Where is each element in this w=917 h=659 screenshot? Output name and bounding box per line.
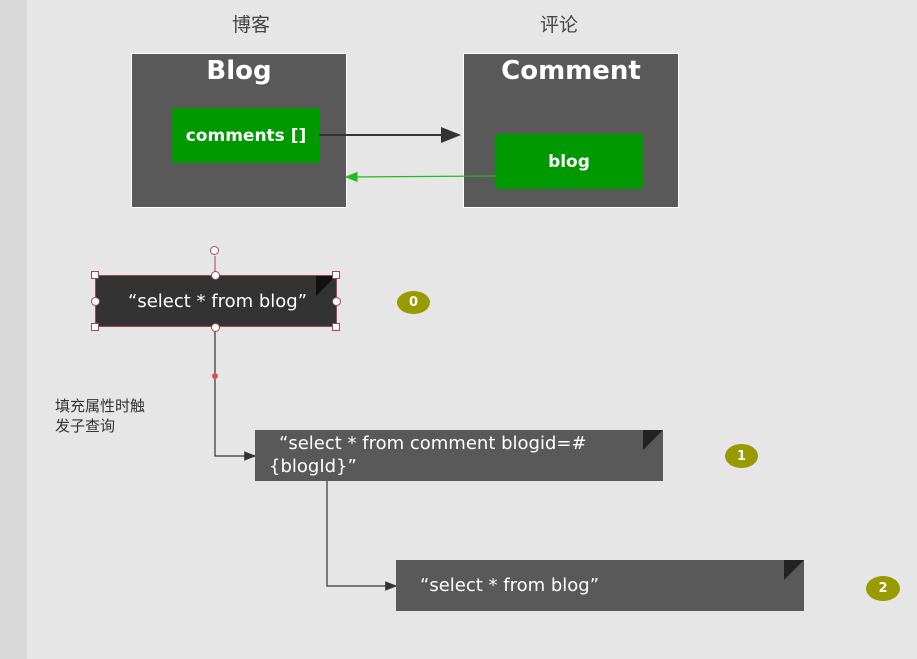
resize-handle-tc[interactable] <box>211 271 220 280</box>
subquery-trigger-note-line1: 填充属性时触 <box>55 397 146 415</box>
resize-handle-tl[interactable] <box>91 271 99 279</box>
step-badge-1: 1 <box>725 444 758 468</box>
step-badge-2: 2 <box>866 576 900 601</box>
resize-handle-mr[interactable] <box>332 297 341 306</box>
comment-to-blog-arrow <box>344 171 497 183</box>
subquery-trigger-note: 填充属性时触 发子查询 <box>55 396 145 436</box>
query-note-0-text: “select * from blog” <box>128 290 308 312</box>
resize-handle-tr[interactable] <box>332 271 340 279</box>
query-note-2-text: “select * from blog” <box>420 575 600 596</box>
query-note-1-line1: “select * from comment blogid=# <box>279 433 587 454</box>
step-badge-0: 0 <box>397 291 430 314</box>
query-note-1[interactable]: “select * from comment blogid=# {blogId}… <box>255 430 663 481</box>
query-note-2[interactable]: “select * from blog” <box>396 560 804 611</box>
rotate-handle[interactable] <box>210 246 219 255</box>
query-note-1-line2: {blogId}” <box>269 456 357 477</box>
resize-handle-ml[interactable] <box>91 297 100 306</box>
subquery-trigger-note-line2: 发子查询 <box>55 417 116 435</box>
resize-handle-bl[interactable] <box>91 323 99 331</box>
note-fold-corner <box>784 560 804 580</box>
note-fold-corner <box>316 276 336 296</box>
note-fold-corner <box>643 430 663 450</box>
query1-to-query2-connector <box>326 480 398 591</box>
resize-handle-bc[interactable] <box>211 323 220 332</box>
query0-to-query1-connector <box>214 327 257 461</box>
query-note-0[interactable]: “select * from blog” <box>95 275 337 327</box>
resize-handle-br[interactable] <box>332 323 340 331</box>
